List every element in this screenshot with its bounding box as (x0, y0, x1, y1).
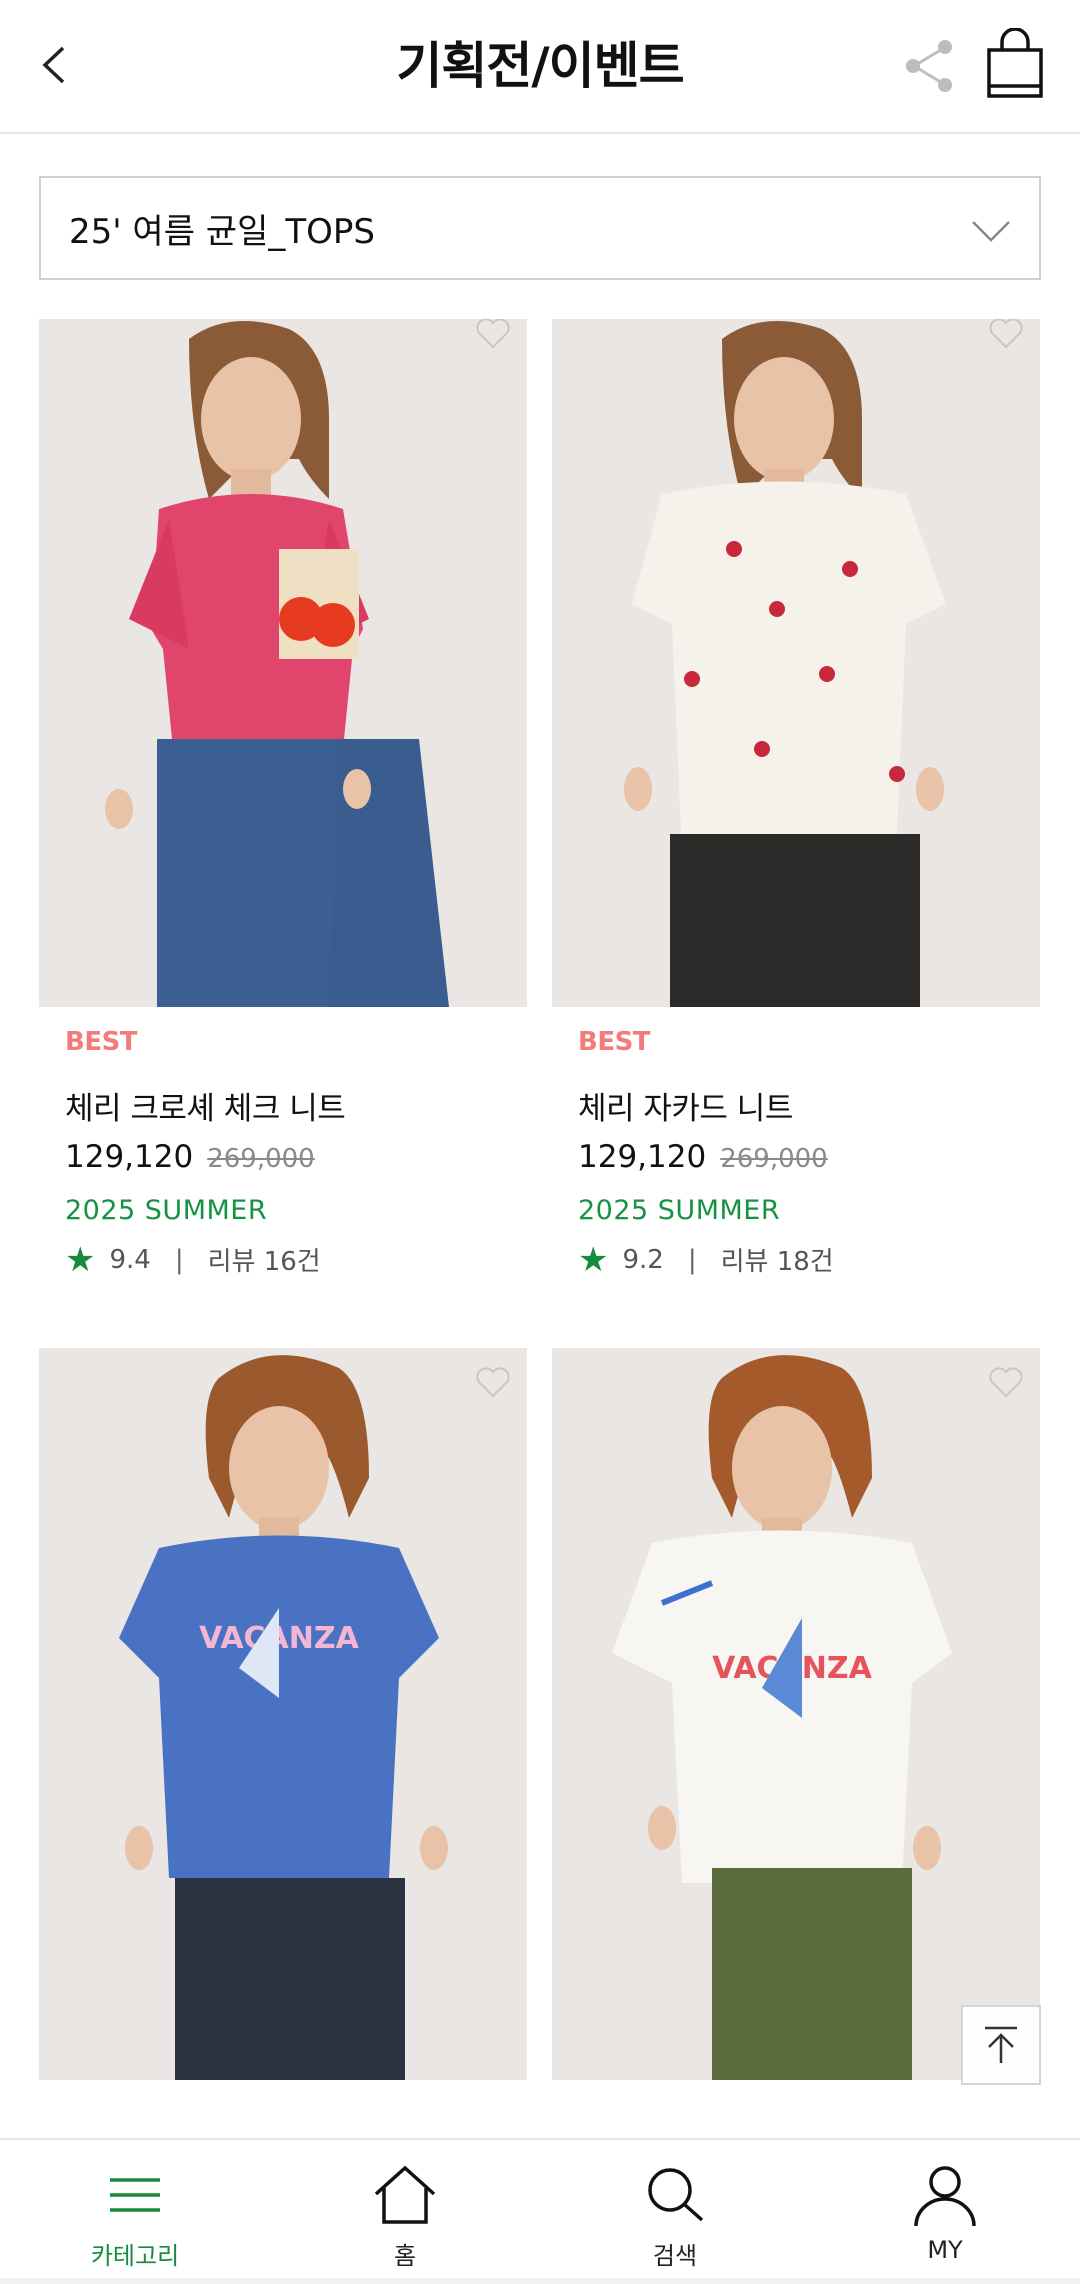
product-photo-white-sailboat-knit: VACANZA (552, 1348, 1040, 2080)
product-card[interactable]: BEST 체리 자카드 니트 129,120 269,000 2025 SUMM… (552, 319, 1040, 1309)
product-image[interactable]: VACANZA (39, 1348, 527, 2080)
product-photo-cherry-crochet-knit (39, 319, 527, 1007)
nav-item-home[interactable]: 홈 (270, 2140, 540, 2284)
sale-price: 129,120 (578, 1139, 707, 1175)
star-icon: ★ (578, 1239, 609, 1280)
star-icon: ★ (65, 1239, 96, 1280)
bottom-navigation: 카테고리 홈 검색 MY (0, 2138, 1080, 2284)
top-app-bar: 기획전/이벤트 (0, 0, 1080, 134)
nav-item-category[interactable]: 카테고리 (0, 2140, 270, 2284)
product-name[interactable]: 체리 자카드 니트 (578, 1083, 793, 1128)
nav-item-my[interactable]: MY (810, 2140, 1080, 2284)
scroll-to-top-button[interactable] (961, 2005, 1041, 2085)
rating-score: 9.2 (622, 1244, 664, 1275)
heart-icon[interactable] (473, 1362, 513, 1402)
rating-row: ★ 9.2 | 리뷰 18건 (578, 1241, 834, 1278)
category-dropdown[interactable]: 25' 여름 균일_TOPS (39, 176, 1041, 280)
chevron-down-icon (972, 221, 1010, 242)
sale-price: 129,120 (65, 1139, 194, 1175)
share-button[interactable] (898, 30, 962, 102)
heart-icon[interactable] (473, 319, 513, 353)
divider: | (174, 1244, 184, 1275)
nav-label: MY (927, 2236, 963, 2264)
nav-label: 검색 (652, 2242, 698, 2270)
product-name[interactable]: 체리 크로셰 체크 니트 (65, 1083, 346, 1128)
divider: | (687, 1244, 697, 1275)
best-badge: BEST (578, 1027, 651, 1057)
search-icon (648, 2168, 704, 2222)
share-icon (906, 40, 952, 92)
best-badge: BEST (65, 1027, 138, 1057)
arrow-up-to-top-icon (985, 2026, 1017, 2063)
nav-label: 카테고리 (90, 2242, 180, 2270)
review-count[interactable]: 리뷰 18건 (721, 1241, 834, 1278)
menu-icon (110, 2178, 160, 2212)
rating-score: 9.4 (109, 1244, 151, 1275)
product-card[interactable]: VACANZA (552, 1348, 1040, 2080)
dropdown-selected-value: 25' 여름 균일_TOPS (69, 211, 375, 252)
product-photo-cherry-jacquard-knit (552, 319, 1040, 1007)
product-image[interactable] (39, 319, 527, 1007)
home-icon (374, 2165, 436, 2224)
product-card[interactable]: BEST 체리 크로셰 체크 니트 129,120 269,000 2025 S… (39, 319, 527, 1309)
price-row: 129,120 269,000 (578, 1139, 828, 1175)
user-icon (914, 2166, 976, 2227)
product-image[interactable]: VACANZA (552, 1348, 1040, 2080)
rating-row: ★ 9.4 | 리뷰 16건 (65, 1241, 321, 1278)
original-price: 269,000 (720, 1144, 828, 1174)
nav-label: 홈 (393, 2242, 417, 2270)
original-price: 269,000 (207, 1144, 315, 1174)
product-image[interactable] (552, 319, 1040, 1007)
svg-text:VACANZA: VACANZA (199, 1621, 359, 1656)
shopping-bag-icon (987, 28, 1043, 98)
season-label: 2025 SUMMER (578, 1195, 781, 1226)
review-count[interactable]: 리뷰 16건 (208, 1241, 321, 1278)
product-photo-blue-sailboat-knit: VACANZA (39, 1348, 527, 2080)
system-gesture-bar-area (0, 2278, 1080, 2284)
heart-icon[interactable] (986, 319, 1026, 353)
nav-item-search[interactable]: 검색 (540, 2140, 810, 2284)
season-label: 2025 SUMMER (65, 1195, 268, 1226)
product-card[interactable]: VACANZA (39, 1348, 527, 2080)
price-row: 129,120 269,000 (65, 1139, 315, 1175)
heart-icon[interactable] (986, 1362, 1026, 1402)
shopping-bag-button[interactable] (980, 24, 1050, 104)
